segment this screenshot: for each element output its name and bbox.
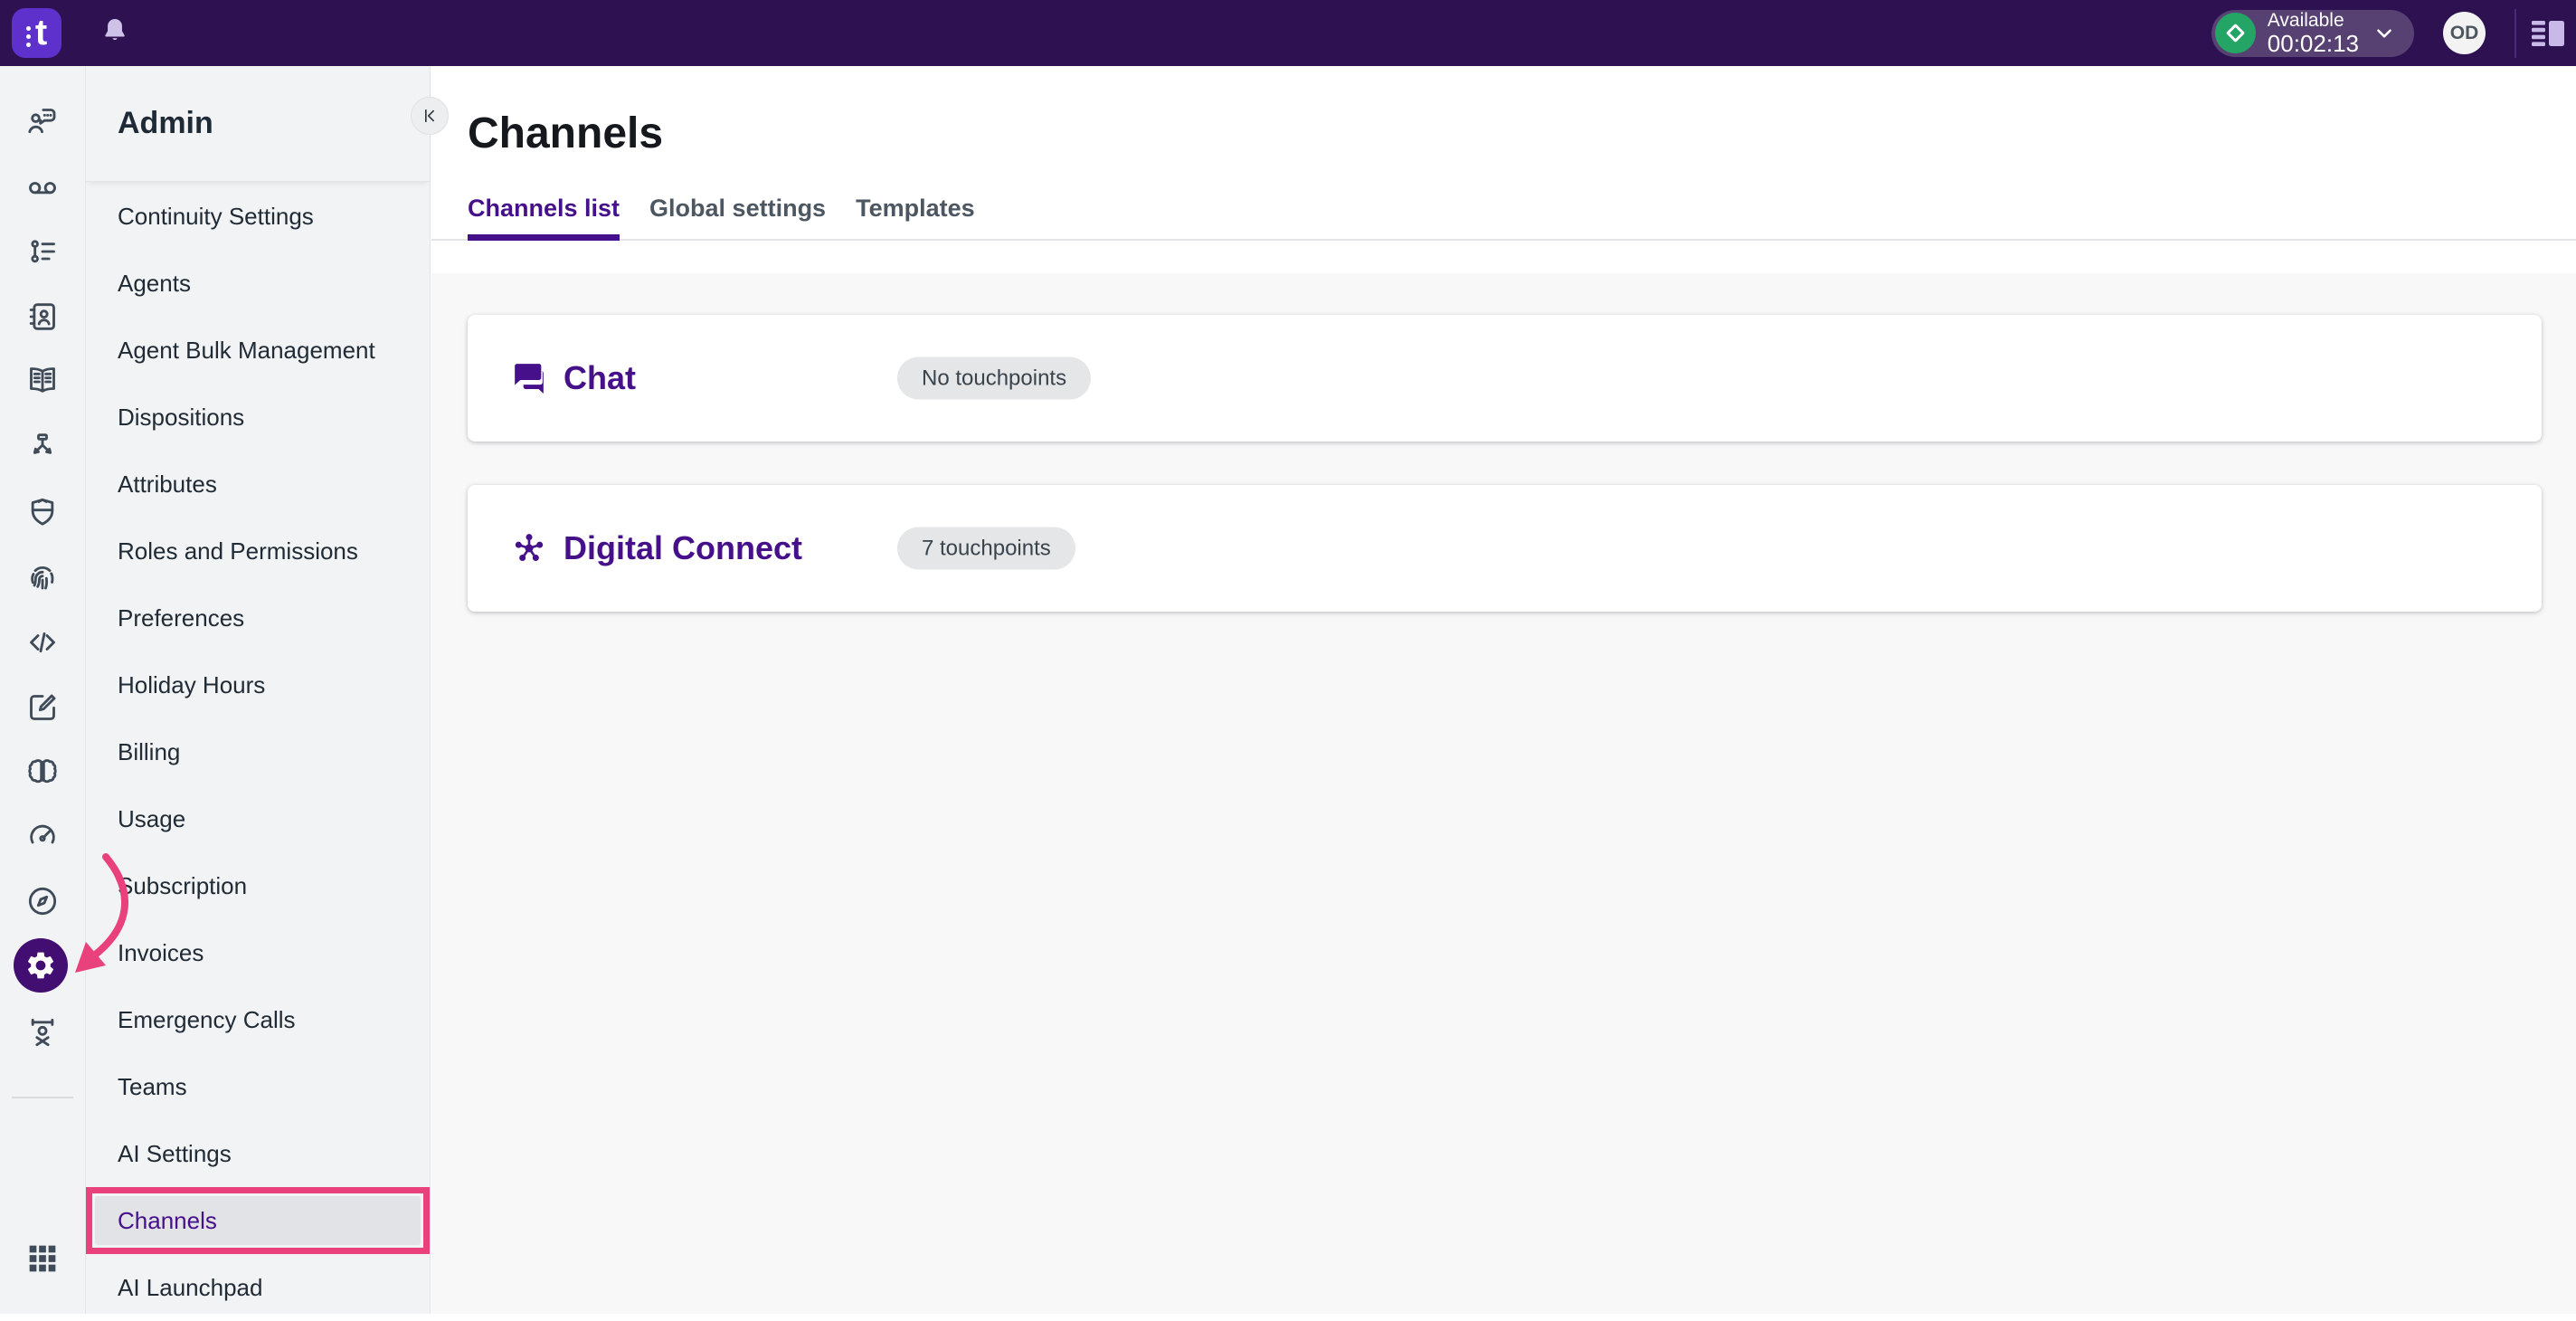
page-title: Channels: [468, 109, 2576, 158]
rail-divider: [12, 1097, 73, 1098]
bell-icon: [99, 15, 130, 46]
channels-list-body: Chat No touchpoints: [431, 273, 2576, 1314]
brain-icon[interactable]: [24, 755, 61, 791]
sidebar-header: Admin: [86, 66, 430, 182]
sidebar-item-ai-launchpad[interactable]: AI Launchpad: [86, 1254, 430, 1321]
status-available-icon: [2215, 13, 2256, 53]
icon-rail: [0, 66, 86, 1314]
sidebar-item-preferences[interactable]: Preferences: [86, 584, 430, 651]
sidebar-item-admin-active[interactable]: [14, 938, 68, 993]
topbar-divider: [2514, 9, 2516, 58]
sidebar-item-teams[interactable]: Teams: [86, 1053, 430, 1120]
sidebar-title: Admin: [118, 106, 213, 141]
user-avatar[interactable]: OD: [2443, 12, 2486, 54]
topbar: t Available 00:02:13 OD: [0, 0, 2576, 66]
voicemail-icon[interactable]: [24, 168, 61, 204]
main-content: Channels Channels list Global settings T…: [431, 66, 2576, 1314]
status-label: Available: [2268, 10, 2359, 32]
channel-name: Digital Connect: [564, 529, 802, 567]
panel-layout-icon: [2531, 19, 2565, 48]
sidebar-item-attributes[interactable]: Attributes: [86, 451, 430, 518]
admin-sidebar: Admin Continuity Settings Agents Agent B…: [86, 66, 431, 1314]
touchpoints-badge: No touchpoints: [897, 357, 1091, 400]
collapse-left-icon: [421, 107, 439, 125]
sidebar-item-continuity-settings[interactable]: Continuity Settings: [86, 183, 430, 250]
touchpoints-badge: 7 touchpoints: [897, 527, 1075, 570]
contacts-icon[interactable]: [24, 299, 61, 335]
collapse-sidebar-button[interactable]: [411, 97, 449, 135]
chat-bubbles-icon: [511, 360, 547, 396]
tab-global-settings[interactable]: Global settings: [649, 195, 826, 241]
sidebar-item-billing[interactable]: Billing: [86, 718, 430, 785]
compass-icon[interactable]: [24, 883, 61, 919]
notifications-button[interactable]: [99, 15, 130, 51]
tab-bar: Channels list Global settings Templates: [431, 195, 2576, 241]
gauge-icon[interactable]: [24, 817, 61, 853]
sidebar-item-invoices[interactable]: Invoices: [86, 919, 430, 986]
hub-icon: [511, 530, 547, 566]
channel-name: Chat: [564, 359, 636, 397]
channel-card-chat[interactable]: Chat No touchpoints: [468, 315, 2542, 442]
fingerprint-icon[interactable]: [24, 559, 61, 595]
chevron-down-icon: [2372, 22, 2396, 45]
side-panel-toggle-button[interactable]: [2531, 19, 2565, 48]
sidebar-item-channels[interactable]: Channels: [86, 1187, 430, 1254]
sidebar-item-subscription[interactable]: Subscription: [86, 852, 430, 919]
sidebar-item-roles-and-permissions[interactable]: Roles and Permissions: [86, 518, 430, 584]
conversations-icon[interactable]: [24, 103, 61, 139]
agent-status-selector[interactable]: Available 00:02:13: [2211, 10, 2414, 57]
status-timer: 00:02:13: [2268, 32, 2359, 56]
routing-icon[interactable]: [24, 429, 61, 465]
sidebar-item-usage[interactable]: Usage: [86, 785, 430, 852]
sidebar-item-agent-bulk-management[interactable]: Agent Bulk Management: [86, 317, 430, 384]
compose-icon[interactable]: [24, 689, 61, 726]
shield-icon[interactable]: [24, 494, 61, 530]
sidebar-item-channels-label: Channels: [118, 1207, 217, 1235]
avatar-initials: OD: [2450, 23, 2479, 44]
gear-icon: [24, 949, 57, 982]
interactions-list-icon[interactable]: [24, 233, 61, 270]
code-icon[interactable]: [24, 624, 61, 660]
sidebar-items: Continuity Settings Agents Agent Bulk Ma…: [86, 183, 430, 1321]
sidebar-item-emergency-calls[interactable]: Emergency Calls: [86, 986, 430, 1053]
logo-letter: t: [35, 14, 47, 51]
talkdesk-logo-icon: t: [26, 15, 47, 52]
channel-card-digital-connect[interactable]: Digital Connect 7 touchpoints: [468, 485, 2542, 612]
selected-item-background: Channels: [95, 1196, 421, 1245]
app-logo[interactable]: t: [12, 8, 62, 58]
workspace-icon[interactable]: [24, 1014, 61, 1050]
knowledge-book-icon[interactable]: [24, 363, 61, 399]
sidebar-item-dispositions[interactable]: Dispositions: [86, 384, 430, 451]
apps-grid-icon[interactable]: [24, 1240, 61, 1277]
sidebar-item-agents[interactable]: Agents: [86, 250, 430, 317]
sidebar-item-ai-settings[interactable]: AI Settings: [86, 1120, 430, 1187]
sidebar-item-holiday-hours[interactable]: Holiday Hours: [86, 651, 430, 718]
tab-templates[interactable]: Templates: [856, 195, 975, 241]
tab-channels-list[interactable]: Channels list: [468, 195, 620, 241]
